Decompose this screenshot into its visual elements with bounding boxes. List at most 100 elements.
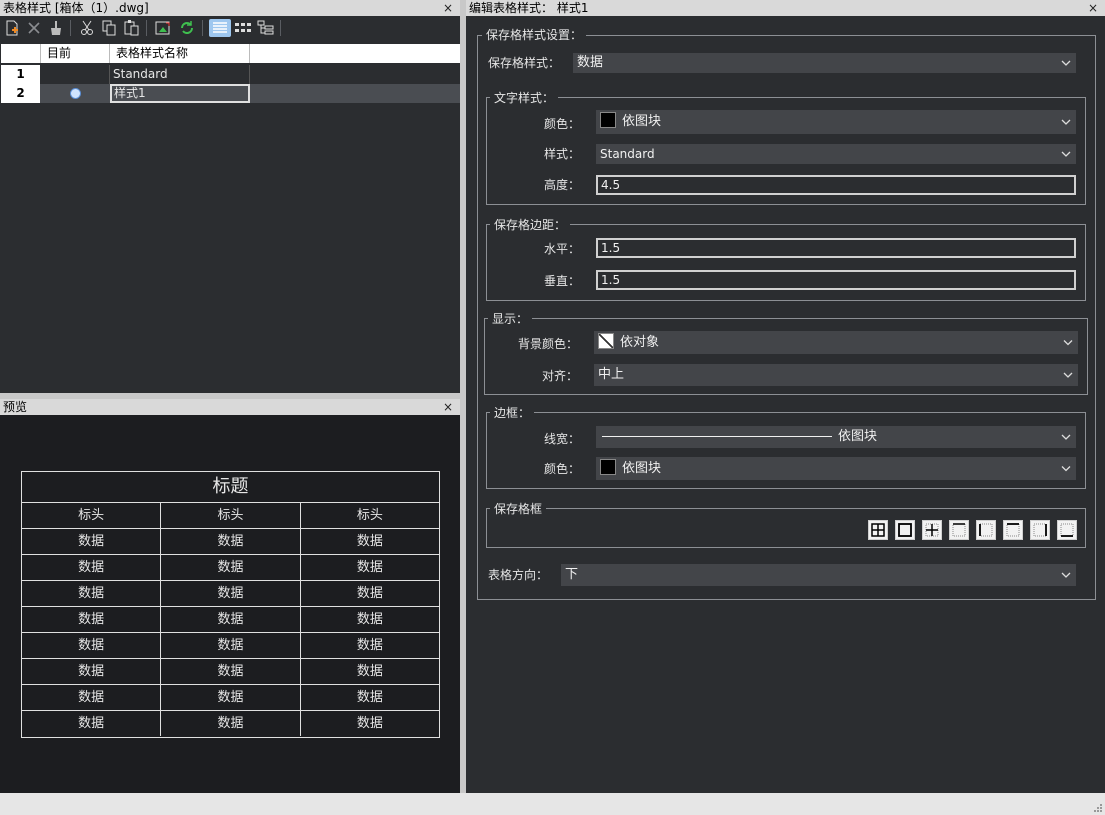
preview-data-cell: 数据 bbox=[299, 581, 439, 606]
preview-data-cell: 数据 bbox=[78, 716, 105, 731]
chevron-down-icon bbox=[1061, 151, 1071, 157]
lineweight-sample-icon bbox=[602, 436, 832, 437]
status-bar bbox=[0, 793, 1105, 815]
text-height-input[interactable]: 4.5 bbox=[596, 175, 1076, 195]
chevron-down-icon bbox=[1063, 372, 1073, 378]
export-icon[interactable] bbox=[154, 19, 172, 37]
preview-data-cell: 数据 bbox=[299, 685, 439, 710]
bottom-border-icon[interactable] bbox=[1057, 520, 1077, 540]
preview-data-cell: 数据 bbox=[299, 555, 439, 580]
text-style-select[interactable]: Standard bbox=[596, 144, 1076, 164]
delete-icon[interactable] bbox=[25, 19, 43, 37]
grid-view-icon[interactable] bbox=[233, 19, 253, 37]
lineweight-select[interactable]: 依图块 bbox=[596, 426, 1076, 448]
text-color-select[interactable]: 依图块 bbox=[596, 110, 1076, 134]
preview-data-cell: 数据 bbox=[160, 581, 299, 606]
background-color-select[interactable]: 依对象 bbox=[594, 331, 1078, 354]
table-header-name[interactable]: 表格样式名称 bbox=[110, 44, 250, 63]
text-style-value: Standard bbox=[600, 147, 655, 161]
table-header-filler bbox=[250, 44, 460, 63]
refresh-icon[interactable] bbox=[178, 19, 196, 37]
chevron-down-icon bbox=[1063, 340, 1073, 346]
by-object-swatch-icon bbox=[598, 333, 614, 349]
lineweight-value: 依图块 bbox=[838, 429, 878, 444]
background-color-value: 依对象 bbox=[620, 335, 660, 350]
horizontal-margin-label: 水平： bbox=[543, 242, 580, 256]
table-header-corner bbox=[1, 44, 41, 63]
alignment-value: 中上 bbox=[598, 367, 625, 382]
horizontal-margin-input[interactable]: 1.5 bbox=[596, 238, 1076, 258]
paste-icon[interactable] bbox=[122, 19, 140, 37]
preview-header-cell: 标头 bbox=[78, 508, 105, 523]
preview-header-cell: 标头 bbox=[160, 503, 299, 528]
right-border-icon[interactable] bbox=[1030, 520, 1050, 540]
preview-data-cell: 数据 bbox=[160, 529, 299, 554]
table-styles-panel: 表格样式 [箱体（1）.dwg] × 目前 表格样式名称 1 Standard … bbox=[0, 0, 460, 393]
table-styles-title: 表格样式 [箱体（1）.dwg] bbox=[3, 1, 149, 15]
chevron-down-icon bbox=[1061, 434, 1071, 440]
preview-data-cell: 数据 bbox=[78, 690, 105, 705]
preview-data-cell: 数据 bbox=[78, 612, 105, 627]
style-name-cell[interactable]: Standard bbox=[110, 65, 250, 84]
tree-view-icon[interactable] bbox=[256, 19, 276, 37]
close-icon[interactable]: × bbox=[442, 0, 454, 16]
row-current-cell[interactable] bbox=[41, 65, 110, 84]
preview-title: 预览 bbox=[3, 400, 28, 414]
vertical-margin-input[interactable]: 1.5 bbox=[596, 270, 1076, 290]
resize-grip-icon[interactable] bbox=[1091, 801, 1103, 813]
preview-data-cell: 数据 bbox=[160, 659, 299, 684]
cell-border-label: 保存格框 bbox=[490, 502, 547, 516]
cell-margins-label: 保存格边距： bbox=[490, 218, 571, 232]
cell-style-label: 保存格样式： bbox=[488, 56, 561, 70]
color-swatch-icon bbox=[600, 459, 616, 475]
style-name-cell-editing[interactable]: 样式1 bbox=[110, 84, 250, 103]
all-borders-icon[interactable] bbox=[868, 520, 888, 540]
close-icon[interactable]: × bbox=[1087, 0, 1099, 16]
border-color-label: 颜色： bbox=[543, 462, 580, 476]
lineweight-label: 线宽： bbox=[543, 432, 580, 446]
toolbar-separator bbox=[70, 20, 71, 36]
chevron-down-icon bbox=[1061, 572, 1071, 578]
toolbar-separator bbox=[146, 20, 147, 36]
left-border-icon[interactable] bbox=[976, 520, 996, 540]
top-border-icon[interactable] bbox=[1003, 520, 1023, 540]
preview-data-cell: 数据 bbox=[78, 586, 105, 601]
text-color-label: 颜色： bbox=[543, 117, 580, 131]
style-list-table: 目前 表格样式名称 1 Standard 2 样式1 bbox=[0, 44, 460, 104]
border-label: 边框： bbox=[490, 406, 535, 420]
text-style-label: 文字样式： bbox=[490, 91, 559, 105]
cell-style-value: 数据 bbox=[577, 55, 604, 70]
preview-data-row: 数据 数据 数据 bbox=[22, 658, 439, 684]
purge-icon[interactable] bbox=[47, 19, 65, 37]
text-color-value: 依图块 bbox=[622, 114, 662, 129]
table-direction-select[interactable]: 下 bbox=[561, 564, 1076, 586]
vertical-margin-label: 垂直： bbox=[543, 274, 580, 288]
preview-data-cell: 数据 bbox=[78, 534, 105, 549]
new-style-icon[interactable] bbox=[3, 19, 21, 37]
preview-data-row: 数据 数据 数据 bbox=[22, 528, 439, 554]
copy-icon[interactable] bbox=[100, 19, 118, 37]
alignment-label: 对齐： bbox=[541, 369, 578, 383]
preview-data-row: 数据 数据 数据 bbox=[22, 554, 439, 580]
background-color-label: 背景颜色： bbox=[517, 337, 578, 351]
alignment-select[interactable]: 中上 bbox=[594, 364, 1078, 386]
preview-data-row: 数据 数据 数据 bbox=[22, 710, 439, 736]
list-view-icon[interactable] bbox=[209, 19, 231, 37]
table-header-current[interactable]: 目前 bbox=[41, 44, 110, 63]
cut-icon[interactable] bbox=[78, 19, 96, 37]
outside-border-icon[interactable] bbox=[895, 520, 915, 540]
color-swatch-icon bbox=[600, 112, 616, 128]
chevron-down-icon bbox=[1061, 60, 1071, 66]
row-current-cell[interactable] bbox=[41, 84, 110, 103]
toolbar-separator bbox=[280, 20, 281, 36]
chevron-down-icon bbox=[1061, 466, 1071, 472]
close-icon[interactable]: × bbox=[442, 399, 454, 415]
preview-data-cell: 数据 bbox=[299, 529, 439, 554]
inside-border-icon[interactable] bbox=[922, 520, 942, 540]
border-color-select[interactable]: 依图块 bbox=[596, 457, 1076, 480]
preview-title-bar: 预览 × bbox=[0, 399, 460, 415]
table-styles-title-bar: 表格样式 [箱体（1）.dwg] × bbox=[0, 0, 460, 16]
no-border-icon[interactable] bbox=[949, 520, 969, 540]
cell-style-select[interactable]: 数据 bbox=[573, 53, 1076, 73]
preview-header-cell: 标头 bbox=[299, 503, 439, 528]
